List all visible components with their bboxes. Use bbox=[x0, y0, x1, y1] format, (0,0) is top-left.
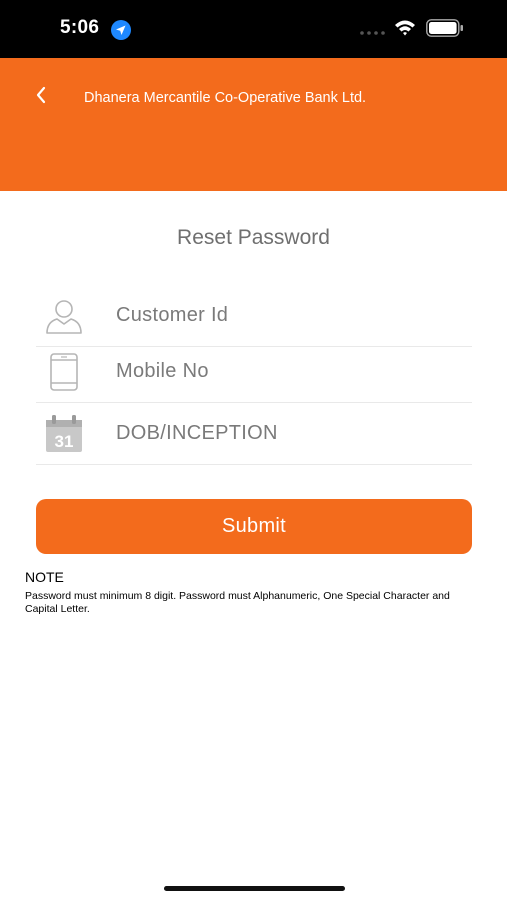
submit-button[interactable]: Submit bbox=[36, 499, 472, 554]
mobile-no-row bbox=[36, 341, 472, 403]
status-time: 5:06 bbox=[60, 17, 100, 38]
home-indicator[interactable] bbox=[164, 886, 345, 891]
dob-input[interactable] bbox=[116, 403, 466, 464]
app-header: Dhanera Mercantile Co-Operative Bank Ltd… bbox=[0, 58, 507, 191]
header-title: Dhanera Mercantile Co-Operative Bank Ltd… bbox=[84, 90, 367, 106]
mobile-no-input[interactable] bbox=[116, 341, 466, 402]
user-icon bbox=[46, 300, 82, 334]
customer-id-input[interactable] bbox=[116, 285, 466, 346]
note-heading: NOTE bbox=[25, 569, 64, 585]
mobile-phone-icon bbox=[50, 353, 78, 391]
dob-row: 31 bbox=[36, 403, 472, 465]
chevron-left-icon[interactable] bbox=[30, 83, 54, 107]
calendar-icon[interactable]: 31 bbox=[44, 414, 84, 454]
page-title: Reset Password bbox=[177, 226, 330, 249]
cellular-signal-icon bbox=[360, 31, 385, 35]
calendar-day-text: 31 bbox=[55, 432, 74, 451]
note-text: Password must minimum 8 digit. Password … bbox=[25, 590, 450, 615]
status-bar: 5:06 bbox=[0, 0, 507, 58]
customer-id-row bbox=[36, 285, 472, 347]
battery-icon bbox=[426, 19, 463, 37]
wifi-icon bbox=[395, 20, 415, 36]
location-arrow-icon bbox=[111, 20, 131, 40]
